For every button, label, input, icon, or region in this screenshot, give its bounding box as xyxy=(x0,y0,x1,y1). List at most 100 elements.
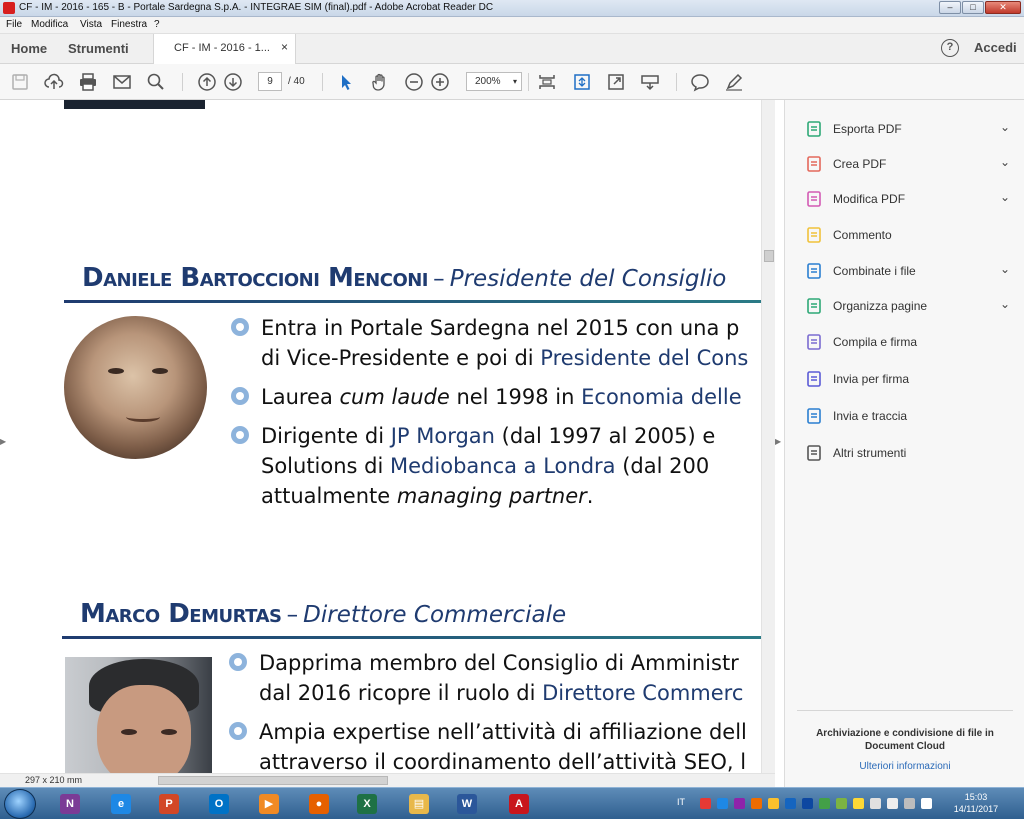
menu-help[interactable]: ? xyxy=(154,19,160,30)
tray-icon[interactable] xyxy=(853,798,864,809)
tool-export-pdf[interactable]: Esporta PDF ⌄ xyxy=(805,116,1010,142)
print-icon[interactable] xyxy=(78,72,98,92)
person-heading-marco: Marco Demurtas – Direttore Commerciale xyxy=(80,599,566,629)
close-window-button[interactable]: ✕ xyxy=(985,1,1021,14)
explorer-icon: ▤ xyxy=(409,794,429,814)
tray-icon[interactable] xyxy=(836,798,847,809)
comment-icon[interactable] xyxy=(690,72,710,92)
zoom-out-icon[interactable] xyxy=(404,72,424,92)
right-panel-toggle-icon[interactable]: ▶ xyxy=(775,437,781,446)
tray-icon[interactable] xyxy=(802,798,813,809)
hand-tool-icon[interactable] xyxy=(370,72,390,92)
horizontal-scroll-thumb[interactable] xyxy=(158,776,388,785)
tray-icon[interactable] xyxy=(751,798,762,809)
tab-tools[interactable]: Strumenti xyxy=(68,41,129,56)
bullet-icon xyxy=(231,426,249,444)
bullet-text: Dirigente di xyxy=(261,424,391,448)
tray-icon[interactable] xyxy=(768,798,779,809)
tray-icon[interactable] xyxy=(785,798,796,809)
maximize-button[interactable]: □ xyxy=(962,1,984,14)
tab-document[interactable]: CF - IM - 2016 - 1... × xyxy=(153,34,296,65)
close-tab-icon[interactable]: × xyxy=(281,40,288,54)
tray-icon[interactable] xyxy=(870,798,881,809)
tool-organize-pages[interactable]: Organizza pagine ⌄ xyxy=(805,293,1010,319)
person-role: Presidente del Consiglio xyxy=(449,266,727,292)
taskbar-app-powerpoint[interactable]: P xyxy=(149,790,189,818)
system-clock[interactable]: 15:03 14/11/2017 xyxy=(952,791,1000,815)
taskbar-app-firefox[interactable]: ● xyxy=(299,790,339,818)
chevron-down-icon[interactable]: ⌄ xyxy=(1000,297,1010,311)
save-icon[interactable] xyxy=(10,72,30,92)
tray-icon[interactable] xyxy=(921,798,932,809)
tool-fill-sign[interactable]: Compila e firma xyxy=(805,329,1010,355)
language-indicator[interactable]: IT xyxy=(677,797,685,807)
onenote-icon: N xyxy=(60,794,80,814)
bullet-icon xyxy=(229,653,247,671)
keyboard-icon[interactable] xyxy=(640,72,660,92)
tool-more-tools[interactable]: Altri strumenti xyxy=(805,440,1010,466)
taskbar-app-outlook[interactable]: O xyxy=(199,790,239,818)
highlight-pen-icon[interactable] xyxy=(724,72,744,92)
menu-finestra[interactable]: Finestra xyxy=(111,19,147,30)
full-screen-icon[interactable] xyxy=(606,72,626,92)
bullet-highlight: Mediobanca a Londra xyxy=(390,454,616,478)
vertical-scrollbar[interactable] xyxy=(761,100,775,787)
email-icon[interactable] xyxy=(112,72,132,92)
next-page-icon[interactable] xyxy=(223,72,243,92)
fit-page-icon[interactable] xyxy=(537,72,557,92)
tray-icon[interactable] xyxy=(819,798,830,809)
page-size-label: 297 x 210 mm xyxy=(25,775,83,785)
export-pdf-icon xyxy=(805,120,823,138)
bullet-text: Dapprima membro del Consiglio di Amminis… xyxy=(259,651,739,675)
menu-vista[interactable]: Vista xyxy=(80,19,102,30)
horizontal-scrollbar[interactable]: 297 x 210 mm xyxy=(0,773,775,787)
tray-icon[interactable] xyxy=(887,798,898,809)
tools-pane: Esporta PDF ⌄ Crea PDF ⌄ Modifica PDF ⌄ Commen… xyxy=(784,100,1024,787)
select-cursor-icon[interactable] xyxy=(336,72,356,92)
sign-in-link[interactable]: Accedi xyxy=(974,40,1017,55)
start-button[interactable] xyxy=(4,789,36,819)
person-role: Direttore Commerciale xyxy=(303,602,567,628)
zoom-select[interactable]: 200% ▾ xyxy=(466,72,522,91)
tool-send-for-signature[interactable]: Invia per firma xyxy=(805,366,1010,392)
search-icon[interactable] xyxy=(146,72,166,92)
previous-page-icon[interactable] xyxy=(197,72,217,92)
taskbar-app-word[interactable]: W xyxy=(447,790,487,818)
bullet-list-marco: Dapprima membro del Consiglio di Amminis… xyxy=(229,648,747,773)
list-item: Entra in Portale Sardegna nel 2015 con u… xyxy=(231,313,748,373)
bullet-text: di Vice-Presidente e poi di xyxy=(261,346,541,370)
left-panel-toggle-icon[interactable]: ▶ xyxy=(0,437,6,446)
zoom-in-icon[interactable] xyxy=(430,72,450,92)
bullet-text: Ampia expertise nell’attività di affilia… xyxy=(259,720,747,744)
tab-home[interactable]: Home xyxy=(11,41,47,56)
taskbar-app-acrobat[interactable]: A xyxy=(499,790,539,818)
minimize-button[interactable]: – xyxy=(939,1,961,14)
chevron-down-icon[interactable]: ⌄ xyxy=(1000,155,1010,169)
vertical-scroll-thumb[interactable] xyxy=(764,250,774,262)
tool-comment[interactable]: Commento xyxy=(805,222,1010,248)
help-icon[interactable]: ? xyxy=(941,39,959,57)
tool-combine-files[interactable]: Combinate i file ⌄ xyxy=(805,258,1010,284)
chevron-down-icon[interactable]: ⌄ xyxy=(1000,120,1010,134)
tool-edit-pdf[interactable]: Modifica PDF ⌄ xyxy=(805,186,1010,212)
menu-file[interactable]: File xyxy=(6,19,22,30)
chevron-down-icon[interactable]: ⌄ xyxy=(1000,262,1010,276)
tray-icon[interactable] xyxy=(717,798,728,809)
taskbar-app-media-player[interactable]: ▶ xyxy=(249,790,289,818)
tool-send-track[interactable]: Invia e traccia xyxy=(805,403,1010,429)
taskbar-app-excel[interactable]: X xyxy=(347,790,387,818)
outlook-icon: O xyxy=(209,794,229,814)
taskbar-app-onenote[interactable]: N xyxy=(50,790,90,818)
tool-create-pdf[interactable]: Crea PDF ⌄ xyxy=(805,151,1010,177)
page-number-input[interactable]: 9 xyxy=(258,72,282,91)
learn-more-link[interactable]: Ulteriori informazioni xyxy=(797,761,1013,772)
upload-cloud-icon[interactable] xyxy=(44,72,64,92)
tray-icon[interactable] xyxy=(734,798,745,809)
taskbar-app-internet-explorer[interactable]: e xyxy=(101,790,141,818)
tray-icon[interactable] xyxy=(700,798,711,809)
chevron-down-icon[interactable]: ⌄ xyxy=(1000,190,1010,204)
taskbar-app-explorer[interactable]: ▤ xyxy=(399,790,439,818)
scroll-mode-icon[interactable] xyxy=(572,72,592,92)
tray-icon[interactable] xyxy=(904,798,915,809)
menu-modifica[interactable]: Modifica xyxy=(31,19,68,30)
